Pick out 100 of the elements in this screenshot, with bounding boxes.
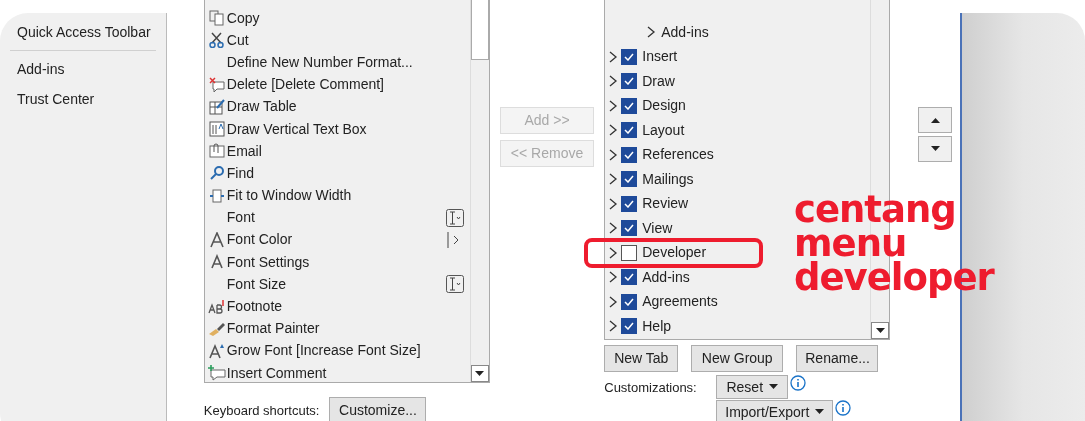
ribbon-tab-item[interactable]: View — [642, 217, 673, 239]
checkmark-icon — [624, 126, 635, 135]
ribbon-tab-item[interactable]: Agreements — [642, 291, 718, 313]
sidebar-item[interactable]: Trust Center — [0, 84, 166, 114]
sidebar-item[interactable]: Quick Access Toolbar — [0, 17, 166, 47]
checkmark-icon — [624, 77, 635, 86]
chevron-right-icon[interactable] — [609, 75, 619, 88]
checkmark-icon — [624, 199, 635, 208]
customizations-label: Customizations: — [604, 379, 698, 397]
ribbon-tab-item[interactable]: Developer — [642, 242, 707, 264]
chevron-right-icon[interactable] — [609, 50, 619, 63]
footnote-icon — [207, 298, 226, 315]
checkbox[interactable] — [621, 146, 638, 163]
chevron-right-icon[interactable] — [647, 26, 657, 39]
command-item[interactable]: Font — [226, 207, 446, 229]
checkbox[interactable] — [621, 244, 638, 261]
delete-comment-icon — [208, 76, 225, 93]
command-item[interactable]: Copy — [226, 7, 464, 29]
chevron-right-icon[interactable] — [609, 99, 619, 112]
scrollbar-thumb[interactable] — [470, 0, 489, 60]
checkbox[interactable] — [621, 293, 638, 310]
checkbox[interactable] — [621, 269, 638, 286]
text-cursor-icon — [445, 275, 464, 294]
command-item[interactable]: Font Color — [226, 229, 446, 251]
checkbox[interactable] — [621, 97, 638, 114]
import-export-button[interactable]: Import/Export — [716, 400, 834, 421]
command-item[interactable]: Find — [226, 162, 464, 184]
command-item[interactable]: Email — [226, 140, 464, 162]
checkmark-icon — [624, 101, 635, 110]
ribbon-tab-item[interactable]: Draw — [642, 70, 675, 92]
ribbon-tab-item[interactable]: Design — [642, 95, 686, 117]
customize-button[interactable]: Customize... — [329, 397, 427, 421]
ribbon-tab-item[interactable]: Help — [642, 315, 672, 337]
new-group-button[interactable]: New Group — [691, 345, 784, 372]
letter-a-icon — [208, 231, 225, 248]
checkbox[interactable] — [621, 195, 638, 212]
command-item[interactable]: Insert Comment — [226, 362, 464, 384]
text-cursor-icon — [445, 208, 464, 227]
caret-icon — [875, 327, 885, 334]
ribbon-tab-item[interactable]: Add-ins — [661, 21, 709, 43]
command-item[interactable]: Footnote — [226, 296, 464, 318]
command-item[interactable]: Cut — [226, 29, 464, 51]
draw-table-icon — [208, 98, 225, 115]
chevron-right-icon[interactable] — [609, 148, 619, 161]
reset-button[interactable]: Reset — [716, 375, 789, 399]
checkbox[interactable] — [621, 73, 638, 90]
checkmark-icon — [624, 52, 635, 61]
chevron-right-icon[interactable] — [609, 320, 619, 333]
fit-width-icon — [208, 187, 225, 204]
checkbox[interactable] — [621, 48, 638, 65]
command-item[interactable]: Font Size — [226, 273, 446, 295]
rename-button[interactable]: Rename... — [796, 345, 879, 372]
command-item[interactable]: Grow Font [Increase Font Size] — [226, 340, 464, 362]
chevron-right-icon[interactable] — [609, 124, 619, 137]
command-item[interactable]: Format Painter — [226, 318, 464, 340]
paintbrush-icon — [207, 320, 226, 337]
new-tab-button[interactable]: New Tab — [604, 345, 679, 372]
keyboard-shortcuts-label: Keyboard shortcuts: — [203, 401, 320, 420]
checkmark-icon — [624, 150, 635, 159]
move-up-button[interactable] — [918, 107, 953, 133]
command-item[interactable]: Define New Number Format... — [226, 51, 464, 73]
ribbon-tab-item[interactable]: Layout — [642, 119, 685, 141]
chevron-right-icon[interactable] — [609, 295, 619, 308]
command-item[interactable]: Font Settings — [226, 251, 464, 273]
checkbox[interactable] — [621, 220, 638, 237]
triangle-up-icon — [930, 117, 940, 123]
chevron-right-icon[interactable] — [609, 197, 619, 210]
checkmark-icon — [624, 175, 635, 184]
checkmark-icon — [624, 224, 635, 233]
scrollbar[interactable] — [469, 0, 489, 382]
chevron-right-icon[interactable] — [609, 246, 619, 259]
command-item[interactable]: Fit to Window Width — [226, 185, 464, 207]
move-down-button[interactable] — [918, 136, 953, 162]
letter-a-icon — [208, 254, 225, 271]
checkbox[interactable] — [621, 171, 638, 188]
scissors-icon — [208, 32, 225, 49]
checkmark-icon — [624, 297, 635, 306]
ribbon-tab-item[interactable]: Insert — [642, 46, 678, 68]
chevron-right-icon[interactable] — [609, 173, 619, 186]
vertical-text-box-icon — [208, 121, 225, 138]
grow-font-icon — [208, 342, 225, 359]
info-icon — [790, 375, 807, 391]
ribbon-tab-item[interactable]: Review — [642, 193, 689, 215]
chevron-right-icon[interactable] — [609, 271, 619, 284]
paperclip-icon — [208, 143, 225, 160]
caret-icon — [769, 384, 779, 390]
checkmark-icon — [624, 273, 635, 282]
sidebar-item[interactable]: Add-ins — [0, 54, 166, 84]
ribbon-tab-item[interactable]: References — [642, 144, 714, 166]
ribbon-tab-item[interactable]: Add-ins — [642, 266, 690, 288]
caret-icon — [930, 146, 940, 152]
checkbox[interactable] — [621, 122, 638, 139]
checkbox[interactable] — [621, 318, 638, 335]
checkmark-icon — [624, 322, 635, 331]
insert-comment-icon — [207, 365, 226, 382]
command-item[interactable]: Delete [Delete Comment] — [226, 74, 464, 96]
command-item[interactable]: Draw Vertical Text Box — [226, 118, 464, 140]
command-item[interactable]: Draw Table — [226, 96, 464, 118]
ribbon-tab-item[interactable]: Mailings — [642, 168, 694, 190]
chevron-right-icon[interactable] — [609, 222, 619, 235]
